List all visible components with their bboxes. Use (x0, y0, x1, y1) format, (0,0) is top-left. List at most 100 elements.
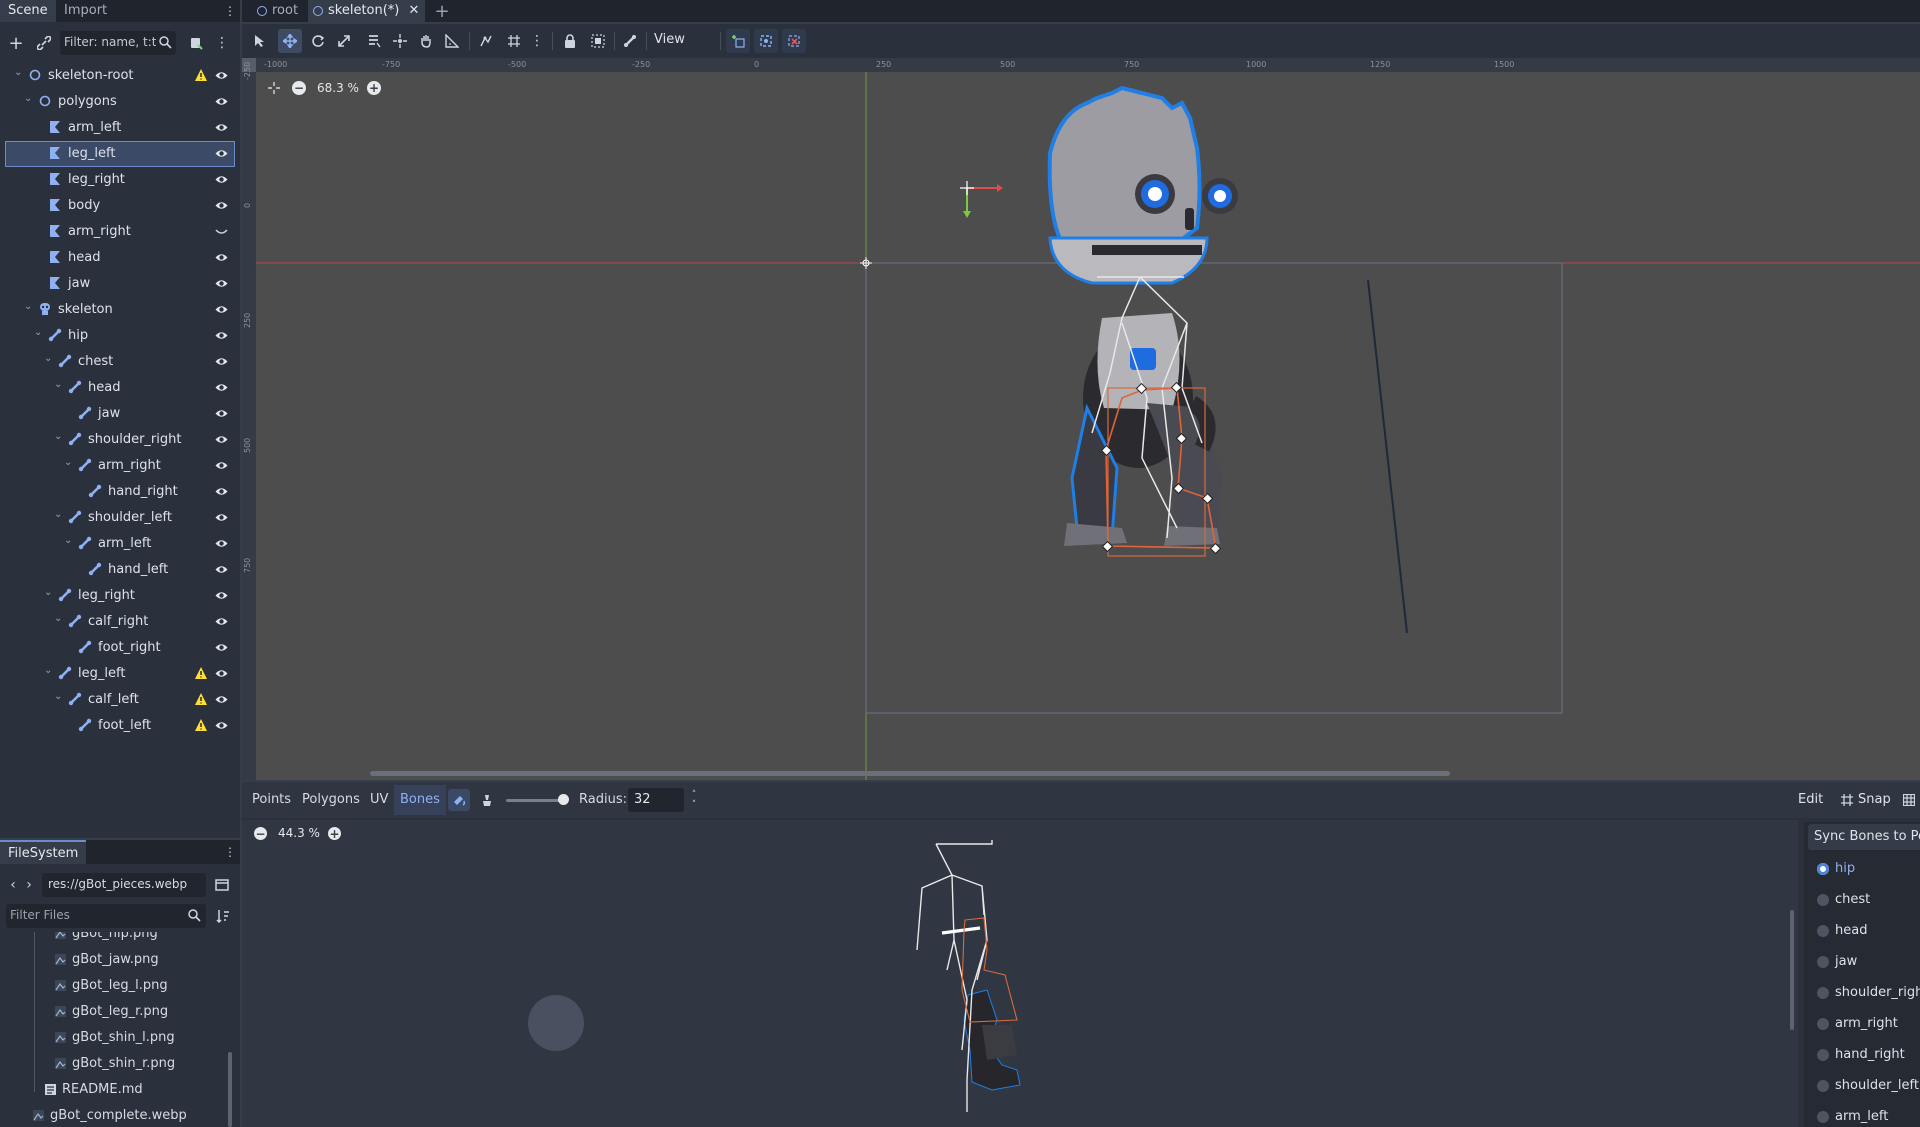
radio-button[interactable] (1817, 1049, 1829, 1061)
chevron-down-icon[interactable]: ⌄ (54, 431, 62, 442)
scene-tree-item[interactable]: hand_left (6, 558, 234, 582)
eye-icon[interactable] (215, 69, 228, 82)
grid-snap-icon[interactable] (504, 31, 524, 51)
tab-polygons[interactable]: Polygons (296, 785, 366, 815)
attach-script-icon[interactable] (186, 33, 206, 53)
edit-menu[interactable]: Edit (1798, 792, 1823, 807)
radius-input[interactable]: 32 (628, 788, 684, 812)
eye-icon[interactable] (215, 433, 228, 446)
chevron-left-icon[interactable]: ‹ (6, 876, 20, 894)
eye-closed-icon[interactable] (215, 225, 228, 238)
tab-import[interactable]: Import (56, 0, 115, 22)
scene-tree-item[interactable]: ⌄ arm_right (6, 454, 234, 478)
scene-tree-item[interactable]: ⌄ arm_left (6, 532, 234, 556)
scene-tree-item[interactable]: ⌄ chest (6, 350, 234, 374)
scene-tree-item[interactable]: ⌄ leg_left (6, 662, 234, 686)
bone-radio-item[interactable]: arm_right (1804, 1009, 1920, 1040)
eye-icon[interactable] (215, 589, 228, 602)
tab-points[interactable]: Points (246, 785, 297, 815)
select-mode-icon[interactable] (250, 31, 270, 51)
scene-tree-item[interactable]: leg_left (5, 141, 235, 167)
chevron-down-icon[interactable]: ⌄ (54, 691, 62, 702)
split-view-icon[interactable] (213, 876, 231, 894)
eye-icon[interactable] (215, 173, 228, 186)
scene-tree-item[interactable]: arm_right (6, 220, 234, 244)
bone-radio-item[interactable]: arm_left (1804, 1102, 1920, 1127)
scene-tree-item[interactable]: ⌄ skeleton-root (6, 64, 234, 88)
eye-icon[interactable] (215, 537, 228, 550)
eye-icon[interactable] (215, 303, 228, 316)
tab-uv[interactable]: UV (364, 785, 394, 815)
chevron-down-icon[interactable]: ⌄ (54, 613, 62, 624)
eye-icon[interactable] (215, 667, 228, 680)
eye-icon[interactable] (215, 459, 228, 472)
fs-path-field[interactable]: res://gBot_pieces.webp (42, 873, 206, 897)
bone-radio-item[interactable]: jaw (1804, 947, 1920, 978)
add-node-icon[interactable]: + (6, 33, 26, 54)
scene-tree-item[interactable]: jaw (6, 272, 234, 296)
chevron-down-icon[interactable]: ⌄ (14, 67, 22, 78)
dock-menu-icon[interactable]: ⋮ (224, 3, 236, 19)
eye-icon[interactable] (215, 355, 228, 368)
radio-button[interactable] (1817, 1018, 1829, 1030)
add-tab-icon[interactable]: + (432, 1, 452, 22)
eye-icon[interactable] (215, 381, 228, 394)
radio-button[interactable] (1817, 894, 1829, 906)
chevron-down-icon[interactable]: ⌄ (44, 353, 52, 364)
eye-icon[interactable] (215, 693, 228, 706)
eye-icon[interactable] (215, 641, 228, 654)
tab-scene[interactable]: Scene (0, 0, 56, 22)
chevron-down-icon[interactable]: ⌄ (24, 93, 32, 104)
move-mode-icon[interactable] (278, 29, 302, 53)
chevron-down-icon[interactable]: ⌄ (44, 665, 52, 676)
insert-key-icon[interactable] (754, 29, 778, 53)
bone-radio-item[interactable]: shoulder_left (1804, 1071, 1920, 1102)
list-select-icon[interactable] (364, 31, 384, 51)
bone-radio-item[interactable]: shoulder_right (1804, 978, 1920, 1009)
chevron-right-icon[interactable]: › (22, 876, 36, 894)
radio-button[interactable] (1817, 956, 1829, 968)
paint-weight-icon[interactable] (448, 789, 470, 811)
chevron-down-icon[interactable]: ⌄ (44, 587, 52, 598)
fs-scrollbar[interactable] (228, 1052, 232, 1127)
tab-scene-skeleton[interactable]: skeleton(*) ✕ (308, 0, 426, 22)
scale-mode-icon[interactable] (334, 31, 354, 51)
fs-filter-input[interactable]: Filter Files (6, 904, 206, 928)
bone-radio-item[interactable]: hip (1804, 854, 1920, 885)
pan-mode-icon[interactable] (416, 31, 436, 51)
smart-snap-icon[interactable] (476, 31, 496, 51)
snap-grid-icon[interactable] (1839, 792, 1855, 808)
eye-icon[interactable] (215, 251, 228, 264)
eye-icon[interactable] (215, 329, 228, 342)
eye-icon[interactable] (215, 95, 228, 108)
pivot-icon[interactable] (390, 31, 410, 51)
eye-icon[interactable] (215, 121, 228, 134)
add-keyframe-icon[interactable] (726, 29, 750, 53)
scene-menu-icon[interactable]: ⋮ (214, 33, 230, 53)
eye-icon[interactable] (215, 563, 228, 576)
scene-tree-item[interactable]: ⌄ shoulder_right (6, 428, 234, 452)
scene-tree-item[interactable]: ⌄ hip (6, 324, 234, 348)
dock-menu-icon[interactable]: ⋮ (224, 844, 236, 860)
ruler-mode-icon[interactable] (442, 31, 462, 51)
bone-tool-icon[interactable] (620, 31, 640, 51)
sort-icon[interactable] (214, 907, 232, 925)
scene-tree-item[interactable]: foot_right (6, 636, 234, 660)
chevron-down-icon[interactable]: ⌄ (64, 457, 72, 468)
scene-tree-item[interactable]: hand_right (6, 480, 234, 504)
scene-tree-item[interactable]: ⌄ head (6, 376, 234, 400)
eye-icon[interactable] (215, 199, 228, 212)
eye-icon[interactable] (215, 407, 228, 420)
eye-icon[interactable] (215, 615, 228, 628)
scene-tree-item[interactable]: ⌄ shoulder_left (6, 506, 234, 530)
snap-options-icon[interactable]: ⋮ (530, 31, 544, 51)
warning-icon[interactable] (194, 68, 208, 82)
eye-icon[interactable] (215, 147, 228, 160)
view-menu[interactable]: View (654, 32, 685, 47)
eye-icon[interactable] (215, 485, 228, 498)
chevron-down-icon[interactable]: ⌄ (24, 301, 32, 312)
eye-icon[interactable] (215, 277, 228, 290)
spin-arrows-icon[interactable]: ˄ ˅ (688, 788, 700, 812)
scene-tree-item[interactable]: foot_left (6, 714, 234, 738)
scene-tree-item[interactable]: ⌄ polygons (6, 90, 234, 114)
